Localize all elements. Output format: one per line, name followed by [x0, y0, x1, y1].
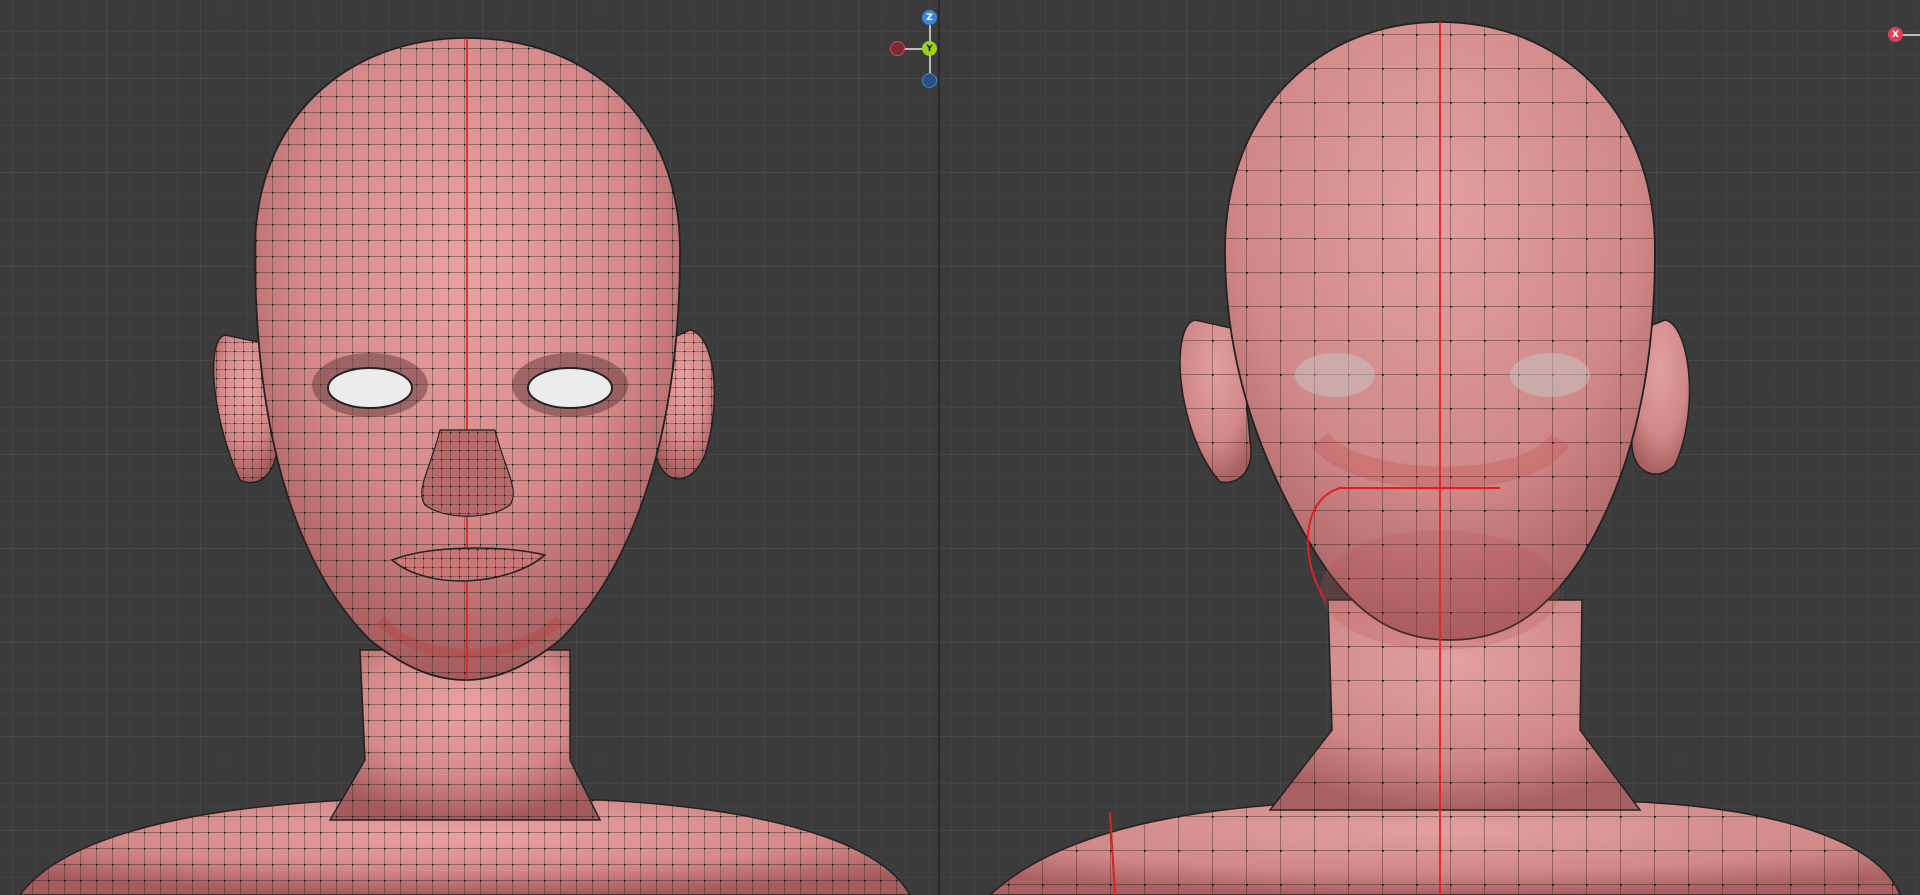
head-mesh-back[interactable] — [940, 0, 1920, 895]
axis-gizmo-back[interactable]: X — [1880, 18, 1920, 78]
back-viewport[interactable]: X — [940, 0, 1920, 895]
gizmo-x-line-back — [1902, 34, 1920, 36]
front-viewport[interactable]: Z Y — [0, 0, 938, 895]
shoulders-back — [988, 801, 1901, 895]
head-mesh-front[interactable] — [0, 0, 938, 895]
axis-gizmo-front[interactable]: Z Y — [885, 8, 938, 88]
gizmo-y-axis[interactable]: Y — [922, 41, 937, 56]
gizmo-x-neg-axis[interactable] — [890, 41, 905, 56]
eye-right-front — [512, 353, 628, 417]
gizmo-z-axis[interactable]: Z — [922, 10, 937, 25]
gizmo-x-axis-back[interactable]: X — [1888, 27, 1903, 42]
eye-left-front — [312, 353, 428, 417]
gizmo-z-neg-axis[interactable] — [922, 73, 937, 88]
head-front — [254, 37, 681, 681]
